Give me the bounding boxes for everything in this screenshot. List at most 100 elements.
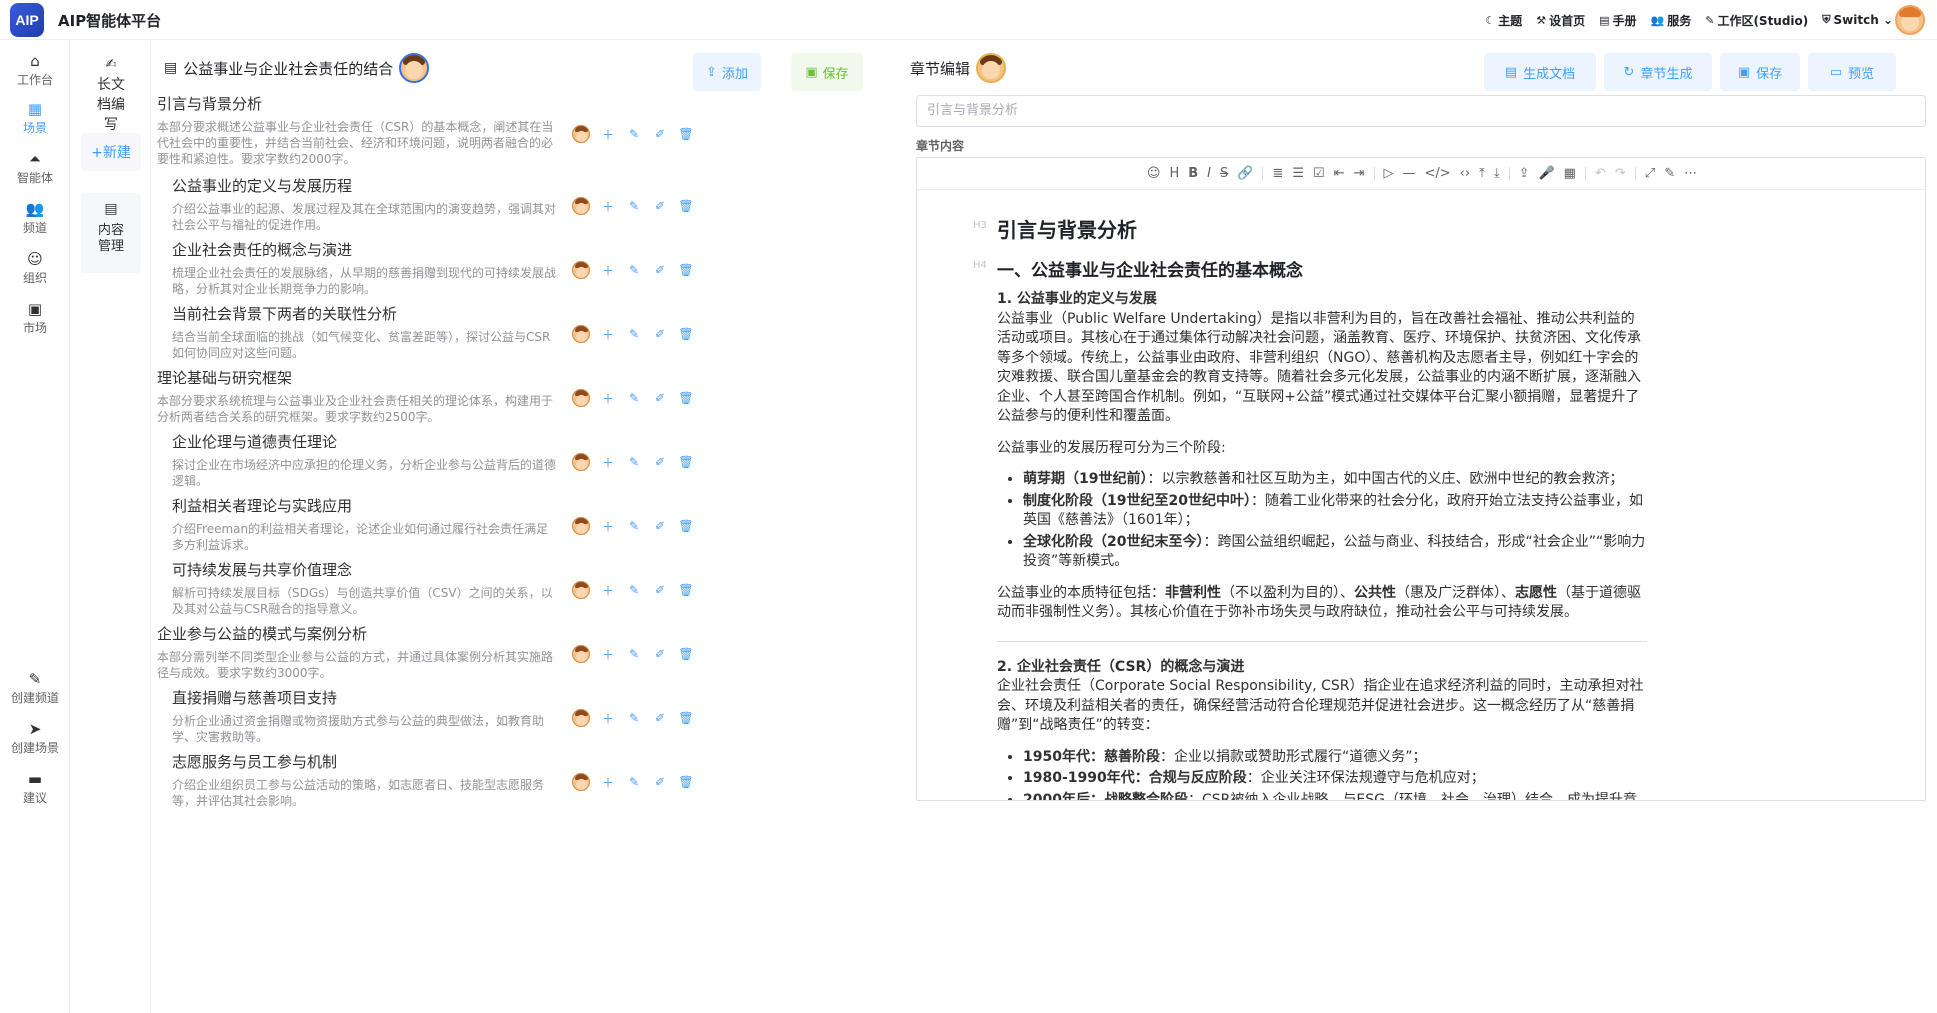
long-doc-tab[interactable]: ✍ 长文档编写 [81,55,141,135]
pencil-icon[interactable]: ✐ [652,711,668,725]
pencil-icon[interactable]: ✐ [652,519,668,533]
add-button[interactable]: ⇪ 添加 [693,53,761,91]
ai-avatar-button[interactable] [572,197,590,215]
rail-item-feedback[interactable]: ▬ 建议 [0,769,70,813]
pencil-icon[interactable]: ✐ [652,455,668,469]
pencil-icon[interactable]: ✐ [652,127,668,141]
ai-avatar-button[interactable] [572,125,590,143]
emoji-icon[interactable]: ☺ [1147,166,1161,181]
ai-avatar-button[interactable] [572,325,590,343]
microphone-icon[interactable]: 🎤 [1538,166,1554,181]
pencil-icon[interactable]: ✐ [652,391,668,405]
trash-icon[interactable]: 🗑 [678,519,694,533]
inline-code-icon[interactable]: ‹› [1460,166,1470,181]
plus-icon[interactable]: ＋ [600,126,616,143]
edit-icon[interactable]: ✎ [626,127,642,141]
table-icon[interactable]: ▦ [1564,166,1576,181]
save-outline-button[interactable]: ▣ 保存 [791,53,863,91]
save-chapter-button[interactable]: ▣ 保存 [1720,53,1800,91]
service-button[interactable]: 👥 服务 [1651,12,1692,29]
ai-avatar-button[interactable] [572,581,590,599]
strikethrough-icon[interactable]: S [1220,166,1228,181]
plus-icon[interactable]: ＋ [600,454,616,471]
edit-icon[interactable]: ✎ [626,455,642,469]
plus-icon[interactable]: ＋ [600,710,616,727]
code-icon[interactable]: </> [1425,166,1451,181]
manual-button[interactable]: ▤ 手册 [1599,12,1636,29]
quote-icon[interactable]: ▷ [1384,166,1394,181]
plus-icon[interactable]: ＋ [600,262,616,279]
plus-icon[interactable]: ＋ [600,326,616,343]
trash-icon[interactable]: 🗑 [678,647,694,661]
edit-icon[interactable]: ✎ [626,775,642,789]
edit-mode-icon[interactable]: ✎ [1664,166,1675,181]
ai-avatar-button[interactable] [572,645,590,663]
ai-avatar-button[interactable] [572,453,590,471]
markdown-editor[interactable]: ☺ H B I S 🔗 ≣ ☰ ☑ ⇤ ⇥ ▷ — </> ‹› ⤒ ⤓ ⇪ 🎤… [916,157,1926,801]
rail-item-organization[interactable]: ☺ 组织 [0,249,70,293]
ai-avatar-button[interactable] [572,261,590,279]
heading-icon[interactable]: H [1169,166,1179,181]
trash-icon[interactable]: 🗑 [678,775,694,789]
edit-icon[interactable]: ✎ [626,519,642,533]
rail-item-workbench[interactable]: ⌂ 工作台 [0,51,70,95]
trash-icon[interactable]: 🗑 [678,455,694,469]
link-icon[interactable]: 🔗 [1237,166,1253,181]
ai-avatar-button[interactable] [572,517,590,535]
trash-icon[interactable]: 🗑 [678,391,694,405]
rail-item-market[interactable]: ▣ 市场 [0,299,70,343]
theme-button[interactable]: ☾ 主题 [1485,12,1522,29]
section-title-input[interactable]: 引言与背景分析 [916,95,1926,127]
ordered-list-icon[interactable]: ☰ [1292,166,1304,181]
pencil-icon[interactable]: ✐ [652,775,668,789]
edit-icon[interactable]: ✎ [626,199,642,213]
bold-icon[interactable]: B [1188,166,1198,181]
unordered-list-icon[interactable]: ≣ [1272,166,1283,181]
plus-icon[interactable]: ＋ [600,646,616,663]
trash-icon[interactable]: 🗑 [678,127,694,141]
trash-icon[interactable]: 🗑 [678,583,694,597]
insert-before-icon[interactable]: ⤒ [1479,166,1485,181]
upload-icon[interactable]: ⇪ [1519,166,1530,181]
rail-item-scenes[interactable]: ▦ 场景 [0,99,70,143]
ai-avatar-button[interactable] [572,773,590,791]
pencil-icon[interactable]: ✐ [652,263,668,277]
more-icon[interactable]: ⋯ [1684,166,1697,181]
redo-icon[interactable]: ↷ [1615,166,1626,181]
new-doc-button[interactable]: +新建 [81,133,141,171]
edit-icon[interactable]: ✎ [626,647,642,661]
trash-icon[interactable]: 🗑 [678,263,694,277]
indent-icon[interactable]: ⇥ [1354,166,1365,181]
edit-icon[interactable]: ✎ [626,391,642,405]
pencil-icon[interactable]: ✐ [652,647,668,661]
ai-avatar-button[interactable] [572,389,590,407]
edit-icon[interactable]: ✎ [626,263,642,277]
plus-icon[interactable]: ＋ [600,774,616,791]
checklist-icon[interactable]: ☑ [1313,166,1325,181]
rail-item-channels[interactable]: 👥 频道 [0,199,70,243]
ai-avatar-button[interactable] [572,709,590,727]
chapter-generate-button[interactable]: ↻ 章节生成 [1604,53,1712,91]
edit-icon[interactable]: ✎ [626,583,642,597]
plus-icon[interactable]: ＋ [600,198,616,215]
pencil-icon[interactable]: ✐ [652,199,668,213]
editor-content[interactable]: H3 引言与背景分析 H4 一、公益事业与企业社会责任的基本概念 1. 公益事业… [917,190,1925,800]
pencil-icon[interactable]: ✐ [652,327,668,341]
user-avatar[interactable] [1895,5,1925,35]
edit-icon[interactable]: ✎ [626,327,642,341]
workspace-button[interactable]: ✎ 工作区(Studio) [1705,12,1808,29]
edit-icon[interactable]: ✎ [626,711,642,725]
fullscreen-icon[interactable]: ⤢ [1645,166,1655,181]
rail-item-agents[interactable]: ⏶ 智能体 [0,149,70,193]
generate-document-button[interactable]: ▤ 生成文档 [1484,53,1596,91]
rail-item-create-channel[interactable]: ✎ 创建频道 [0,669,70,713]
rail-item-create-scene[interactable]: ➤ 创建场景 [0,719,70,763]
preview-button[interactable]: ▭ 预览 [1808,53,1896,91]
switch-dropdown[interactable]: ⛨ Switch ⌄ [1822,13,1893,27]
trash-icon[interactable]: 🗑 [678,199,694,213]
italic-icon[interactable]: I [1207,166,1211,181]
outdent-icon[interactable]: ⇤ [1334,166,1345,181]
content-management-tab[interactable]: ▤ 内容管理 [81,193,141,273]
undo-icon[interactable]: ↶ [1595,166,1606,181]
plus-icon[interactable]: ＋ [600,582,616,599]
